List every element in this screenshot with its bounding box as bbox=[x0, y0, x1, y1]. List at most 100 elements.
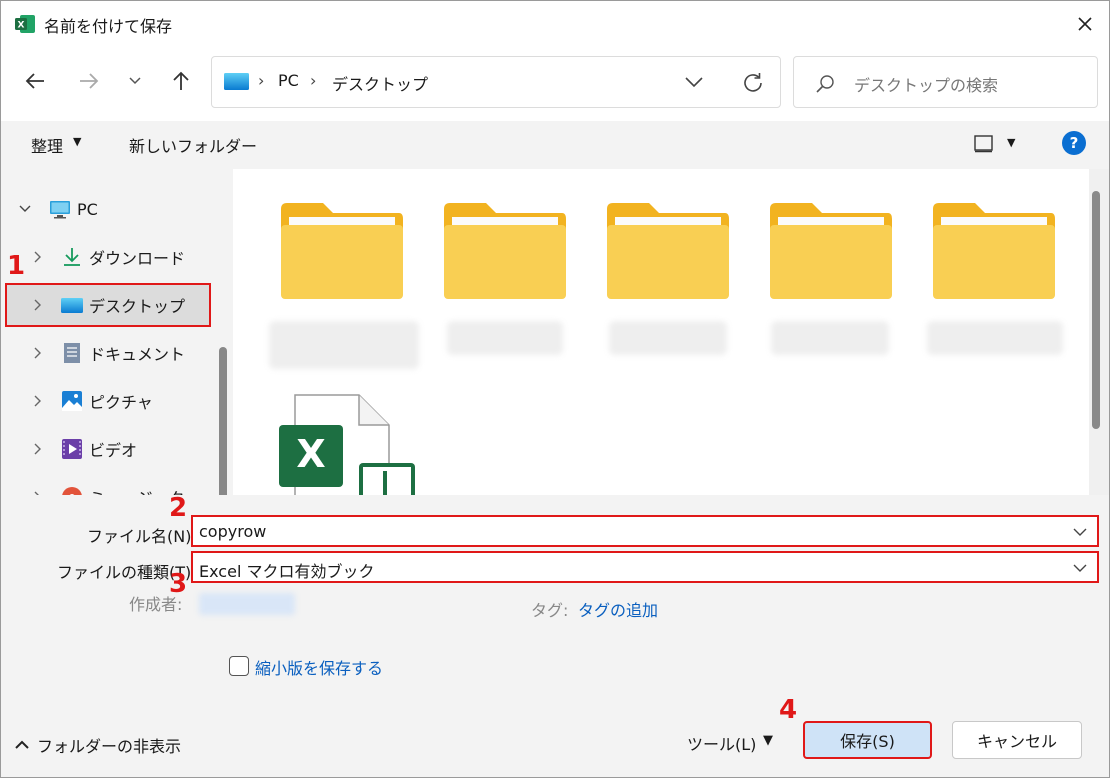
filename-field[interactable]: copyrow bbox=[191, 515, 1099, 547]
new-folder-button[interactable]: 新しいフォルダー bbox=[129, 133, 257, 157]
nav-item-label: ダウンロード bbox=[89, 249, 186, 268]
tools-button[interactable]: ツール(L) bbox=[687, 731, 756, 755]
excel-app-icon: X bbox=[15, 15, 35, 33]
chevron-up-icon bbox=[15, 740, 29, 749]
filetype-value: Excel マクロ有効ブック bbox=[199, 562, 375, 581]
step-annotation-4: 4 bbox=[779, 695, 798, 725]
caret-down-icon[interactable]: ▼ bbox=[1007, 136, 1015, 149]
save-as-dialog: X 名前を付けて保存 › PC › デスクトップ デスクトップの検索 整理 ▼ … bbox=[0, 0, 1110, 778]
nav-item-downloads[interactable]: ダウンロード bbox=[5, 235, 211, 279]
step-annotation-1: 1 bbox=[7, 251, 26, 281]
nav-item-documents[interactable]: ドキュメント bbox=[5, 331, 211, 375]
folder-icon[interactable] bbox=[279, 201, 405, 301]
back-button[interactable] bbox=[17, 63, 53, 99]
step-annotation-2: 2 bbox=[169, 493, 188, 523]
nav-item-label: ドキュメント bbox=[89, 345, 186, 364]
save-form: ファイル名(N): copyrow ファイルの種類(T): Excel マクロ有… bbox=[1, 495, 1109, 777]
save-button[interactable]: 保存(S) bbox=[803, 721, 932, 759]
caret-down-icon: ▼ bbox=[73, 135, 82, 148]
search-icon bbox=[816, 75, 834, 93]
arrow-right-icon bbox=[80, 73, 99, 89]
excel-file-icon[interactable]: X bbox=[277, 391, 417, 495]
view-layout-icon[interactable] bbox=[973, 134, 995, 154]
up-button[interactable] bbox=[163, 63, 199, 99]
navigation-pane: PC ダウンロード デスクトップ ドキュメント ピクチャ ビデオ bbox=[1, 169, 233, 495]
nav-pane-scrollbar[interactable] bbox=[219, 347, 227, 495]
cancel-button[interactable]: キャンセル bbox=[952, 721, 1082, 759]
nav-item-label: ビデオ bbox=[89, 441, 138, 460]
organize-button[interactable]: 整理 bbox=[31, 133, 63, 157]
arrow-left-icon bbox=[25, 73, 44, 89]
refresh-icon[interactable] bbox=[740, 70, 766, 96]
arrow-up-icon bbox=[173, 71, 189, 90]
address-bar[interactable]: › PC › デスクトップ bbox=[211, 56, 781, 108]
folder-icon[interactable] bbox=[931, 201, 1057, 301]
svg-text:?: ? bbox=[1070, 134, 1079, 152]
author-value[interactable] bbox=[199, 593, 295, 615]
blurred-folder-name bbox=[771, 321, 889, 355]
add-tag-link[interactable]: タグの追加 bbox=[578, 597, 658, 621]
forward-button[interactable] bbox=[71, 63, 107, 99]
file-list-scrollbar[interactable] bbox=[1092, 191, 1100, 429]
breadcrumb-separator: › bbox=[258, 71, 265, 90]
desktop-icon bbox=[224, 73, 249, 90]
blurred-folder-name bbox=[609, 321, 727, 355]
nav-item-desktop[interactable]: デスクトップ bbox=[5, 283, 211, 327]
chevron-down-icon bbox=[129, 77, 141, 85]
help-icon[interactable]: ? bbox=[1062, 131, 1086, 155]
chevron-right-icon[interactable] bbox=[31, 441, 43, 457]
breadcrumb-pc[interactable]: PC bbox=[278, 71, 299, 90]
search-box[interactable]: デスクトップの検索 bbox=[793, 56, 1098, 108]
breadcrumb-separator: › bbox=[310, 71, 317, 90]
file-list: X bbox=[239, 169, 1089, 495]
svg-text:X: X bbox=[18, 21, 25, 31]
save-thumbnail-checkbox[interactable] bbox=[229, 656, 249, 676]
desktop-icon bbox=[61, 298, 83, 313]
blurred-folder-name bbox=[269, 321, 419, 369]
chevron-down-icon[interactable] bbox=[1073, 563, 1087, 573]
chevron-down-icon[interactable] bbox=[19, 201, 31, 217]
music-icon bbox=[62, 487, 82, 495]
tag-label: タグ: bbox=[531, 601, 569, 620]
window-title: 名前を付けて保存 bbox=[44, 17, 173, 36]
hide-folders-label: フォルダーの非表示 bbox=[37, 737, 182, 756]
chevron-down-icon[interactable] bbox=[1073, 527, 1087, 537]
command-bar: 整理 ▼ 新しいフォルダー ▼ bbox=[1, 121, 1109, 169]
blurred-folder-name bbox=[447, 321, 563, 355]
nav-item-videos[interactable]: ビデオ bbox=[5, 427, 211, 471]
nav-item-pc[interactable]: PC bbox=[5, 187, 211, 231]
recent-locations-button[interactable] bbox=[117, 63, 153, 99]
chevron-right-icon[interactable] bbox=[31, 297, 43, 313]
hide-folders-toggle[interactable]: フォルダーの非表示 bbox=[15, 733, 181, 757]
picture-icon bbox=[62, 391, 82, 411]
step-annotation-3: 3 bbox=[169, 569, 188, 599]
folder-icon[interactable] bbox=[605, 201, 731, 301]
save-thumbnail-label[interactable]: 縮小版を保存する bbox=[255, 655, 383, 679]
nav-item-label: ピクチャ bbox=[89, 393, 153, 412]
document-icon bbox=[64, 343, 80, 363]
folder-icon[interactable] bbox=[442, 201, 568, 301]
close-icon bbox=[1078, 17, 1092, 31]
filetype-select[interactable]: Excel マクロ有効ブック bbox=[191, 551, 1099, 583]
address-history-chevron-icon[interactable] bbox=[682, 72, 706, 92]
folder-icon[interactable] bbox=[768, 201, 894, 301]
pc-icon bbox=[50, 201, 70, 219]
blurred-folder-name bbox=[927, 321, 1063, 355]
filename-value[interactable]: copyrow bbox=[199, 522, 266, 541]
filename-label: ファイル名(N): bbox=[87, 527, 197, 546]
chevron-right-icon[interactable] bbox=[31, 249, 43, 265]
nav-item-pictures[interactable]: ピクチャ bbox=[5, 379, 211, 423]
svg-text:X: X bbox=[296, 432, 325, 476]
nav-item-music[interactable]: ミュージック bbox=[5, 475, 211, 495]
chevron-right-icon[interactable] bbox=[31, 345, 43, 361]
title-bar: X 名前を付けて保存 bbox=[1, 1, 1109, 47]
download-icon bbox=[64, 248, 80, 266]
breadcrumb-desktop[interactable]: デスクトップ bbox=[332, 71, 428, 95]
chevron-right-icon[interactable] bbox=[31, 393, 43, 409]
caret-down-icon[interactable]: ▼ bbox=[763, 733, 773, 748]
close-button[interactable] bbox=[1059, 1, 1109, 47]
video-icon bbox=[62, 439, 82, 459]
nav-item-label: デスクトップ bbox=[89, 297, 186, 316]
search-placeholder: デスクトップの検索 bbox=[854, 76, 999, 95]
nav-item-label: PC bbox=[77, 199, 98, 219]
